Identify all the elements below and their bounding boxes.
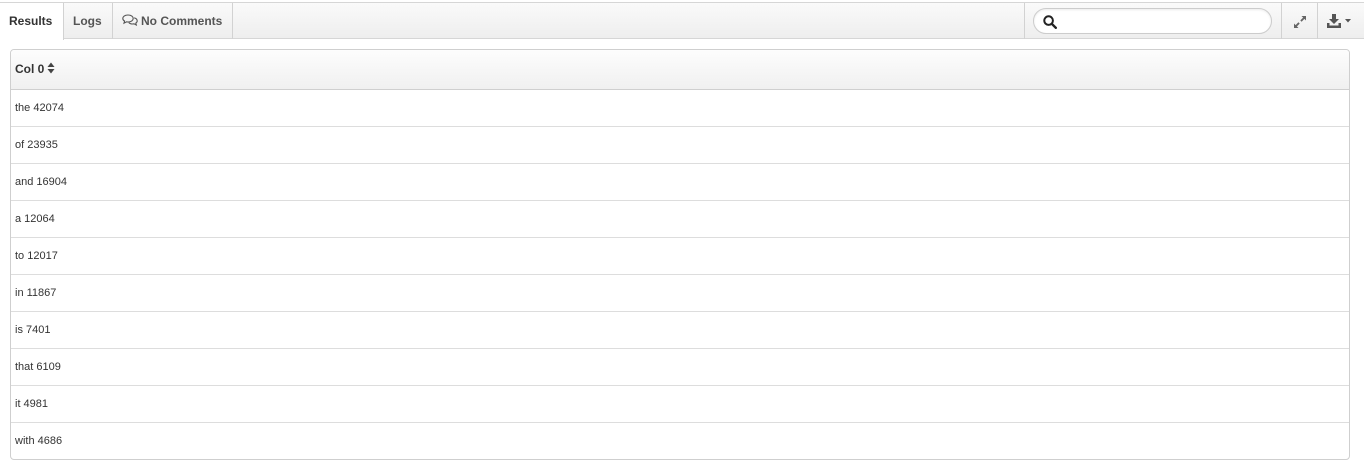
results-table-container: Col 0 the 42074 of 23935 and 16904 a 120… — [10, 49, 1350, 460]
expand-button[interactable] — [1282, 3, 1318, 39]
tab-results[interactable]: Results — [0, 3, 64, 40]
table-cell: is 7401 — [11, 310, 1349, 348]
table-cell: to 12017 — [11, 236, 1349, 274]
table-header-row: Col 0 — [11, 50, 1349, 90]
column-header-col-0[interactable]: Col 0 — [11, 50, 1349, 90]
search-input[interactable] — [1060, 11, 1264, 33]
download-button[interactable] — [1318, 3, 1364, 39]
tab-logs[interactable]: Logs — [64, 3, 113, 39]
comments-icon — [122, 14, 138, 26]
table-row: it 4981 — [11, 384, 1349, 422]
table-cell: a 12064 — [11, 199, 1349, 237]
search-container — [1024, 3, 1282, 39]
download-icon — [1327, 14, 1351, 28]
table-row: in 11867 — [11, 273, 1349, 311]
table-row: of 23935 — [11, 125, 1349, 163]
table-row: and 16904 — [11, 162, 1349, 200]
table-row: is 7401 — [11, 310, 1349, 348]
table-row: to 12017 — [11, 236, 1349, 274]
table-row: a 12064 — [11, 199, 1349, 237]
table-row: the 42074 — [11, 89, 1349, 126]
tab-bar: Results Logs No Comments — [0, 2, 1364, 40]
table-cell: and 16904 — [11, 162, 1349, 200]
table-row: with 4686 — [11, 421, 1349, 459]
table-cell: that 6109 — [11, 347, 1349, 385]
tab-comments[interactable]: No Comments — [113, 3, 233, 39]
column-header-label: Col 0 — [15, 62, 45, 77]
sort-icon — [47, 62, 55, 74]
query-results-panel: Results Logs No Comments Col 0 the 42074… — [0, 0, 1364, 473]
table-cell: with 4686 — [11, 421, 1349, 459]
search-icon — [1043, 15, 1057, 29]
chevron-down-icon — [1345, 19, 1351, 23]
table-cell: the 42074 — [15, 101, 64, 114]
expand-icon — [1294, 16, 1306, 28]
table-cell: of 23935 — [11, 125, 1349, 163]
tab-comments-label: No Comments — [141, 14, 223, 28]
search-box — [1033, 8, 1272, 34]
table-cell: it 4981 — [11, 384, 1349, 422]
table-cell: in 11867 — [11, 273, 1349, 311]
table-row: that 6109 — [11, 347, 1349, 385]
results-table: Col 0 the 42074 of 23935 and 16904 a 120… — [11, 50, 1349, 459]
